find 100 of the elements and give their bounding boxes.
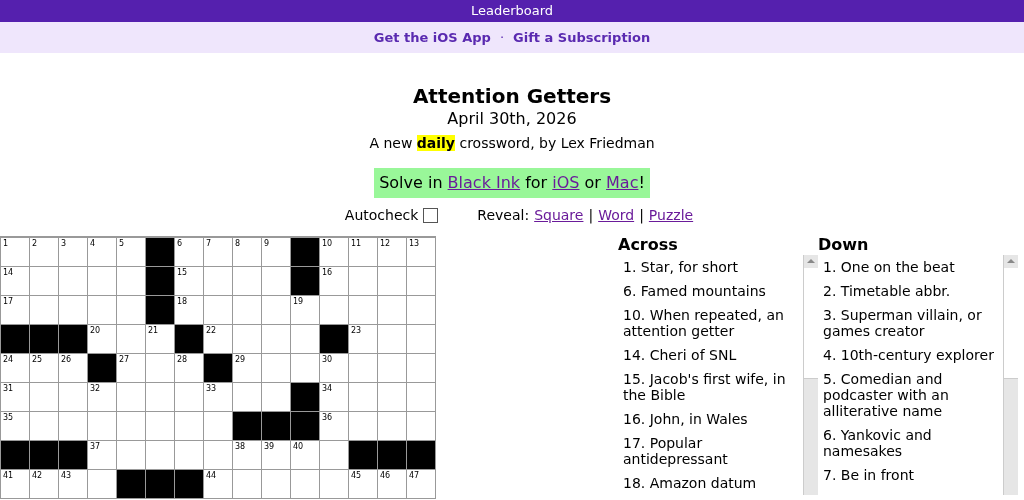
grid-square[interactable]: 24 (1, 354, 30, 383)
grid-square[interactable] (117, 412, 146, 441)
grid-square[interactable]: 19 (291, 296, 320, 325)
grid-square[interactable]: 43 (59, 470, 88, 499)
grid-square[interactable]: 4 (88, 238, 117, 267)
grid-square[interactable]: 26 (59, 354, 88, 383)
clue[interactable]: 5. Comedian and podcaster with an alliterative name (823, 371, 1004, 419)
grid-square[interactable] (291, 354, 320, 383)
clue[interactable]: 16. John, in Wales (623, 411, 804, 427)
grid-square[interactable] (407, 354, 436, 383)
grid-square[interactable]: 34 (320, 383, 349, 412)
grid-square[interactable] (30, 383, 59, 412)
grid-square[interactable] (175, 441, 204, 470)
scroll-up-icon[interactable] (1007, 259, 1016, 263)
grid-square[interactable] (59, 383, 88, 412)
grid-square[interactable]: 5 (117, 238, 146, 267)
grid-square[interactable] (204, 412, 233, 441)
grid-square[interactable]: 1 (1, 238, 30, 267)
grid-square[interactable] (291, 470, 320, 499)
scrollbar[interactable] (1003, 255, 1018, 495)
grid-square[interactable]: 12 (378, 238, 407, 267)
reveal-link[interactable]: Puzzle (648, 207, 694, 223)
grid-square[interactable] (175, 412, 204, 441)
grid-square[interactable] (320, 470, 349, 499)
grid-square[interactable] (262, 267, 291, 296)
grid-square[interactable] (59, 267, 88, 296)
grid-square[interactable]: 40 (291, 441, 320, 470)
grid-square[interactable]: 39 (262, 441, 291, 470)
grid-square[interactable] (233, 470, 262, 499)
grid-square[interactable]: 21 (146, 325, 175, 354)
grid-square[interactable]: 41 (1, 470, 30, 499)
grid-square[interactable] (349, 267, 378, 296)
grid-square[interactable] (407, 383, 436, 412)
grid-square[interactable] (262, 296, 291, 325)
grid-square[interactable]: 7 (204, 238, 233, 267)
clue[interactable]: 1. Star, for short (623, 259, 804, 275)
grid-square[interactable]: 29 (233, 354, 262, 383)
grid-square[interactable] (88, 412, 117, 441)
grid-square[interactable]: 33 (204, 383, 233, 412)
grid-square[interactable]: 13 (407, 238, 436, 267)
reveal-link[interactable]: Word (598, 207, 635, 223)
grid-square[interactable]: 30 (320, 354, 349, 383)
clue[interactable]: 7. Be in front (823, 467, 1004, 483)
grid-square[interactable] (88, 296, 117, 325)
grid-square[interactable] (378, 383, 407, 412)
promo-link[interactable]: Gift a Subscription (513, 30, 651, 45)
grid-square[interactable] (407, 296, 436, 325)
grid-square[interactable] (378, 354, 407, 383)
clue[interactable]: 18. Amazon datum (623, 475, 804, 491)
promo-link[interactable]: Get the iOS App (373, 30, 491, 45)
grid-square[interactable] (175, 383, 204, 412)
grid-square[interactable]: 9 (262, 238, 291, 267)
grid-square[interactable]: 32 (88, 383, 117, 412)
grid-square[interactable] (30, 267, 59, 296)
grid-square[interactable] (262, 354, 291, 383)
grid-square[interactable] (407, 267, 436, 296)
grid-square[interactable]: 10 (320, 238, 349, 267)
grid-square[interactable]: 18 (175, 296, 204, 325)
grid-square[interactable]: 8 (233, 238, 262, 267)
grid-square[interactable]: 3 (59, 238, 88, 267)
grid-square[interactable]: 16 (320, 267, 349, 296)
grid-square[interactable] (320, 296, 349, 325)
grid-square[interactable]: 45 (349, 470, 378, 499)
grid-square[interactable]: 22 (204, 325, 233, 354)
grid-square[interactable]: 37 (88, 441, 117, 470)
autocheck-checkbox[interactable] (423, 207, 439, 223)
grid-square[interactable] (349, 383, 378, 412)
grid-square[interactable]: 47 (407, 470, 436, 499)
grid-square[interactable]: 36 (320, 412, 349, 441)
grid-square[interactable] (349, 296, 378, 325)
grid-square[interactable] (407, 412, 436, 441)
grid-square[interactable] (59, 296, 88, 325)
grid-square[interactable] (349, 412, 378, 441)
grid-square[interactable]: 31 (1, 383, 30, 412)
grid-square[interactable] (30, 412, 59, 441)
grid-square[interactable] (117, 296, 146, 325)
grid-square[interactable] (117, 441, 146, 470)
grid-square[interactable] (233, 325, 262, 354)
grid-square[interactable] (262, 325, 291, 354)
grid-square[interactable] (233, 383, 262, 412)
grid-square[interactable] (378, 267, 407, 296)
grid-square[interactable] (146, 383, 175, 412)
grid-square[interactable] (146, 412, 175, 441)
clue[interactable]: 10. When repeated, an attention getter (623, 307, 804, 339)
clue[interactable]: 14. Cheri of SNL (623, 347, 804, 363)
grid-square[interactable] (204, 441, 233, 470)
grid-square[interactable] (349, 354, 378, 383)
grid-square[interactable]: 28 (175, 354, 204, 383)
app-link[interactable]: iOS (552, 173, 580, 192)
clue[interactable]: 15. Jacob's first wife, in the Bible (623, 371, 804, 403)
grid-square[interactable] (88, 267, 117, 296)
grid-square[interactable] (88, 470, 117, 499)
grid-square[interactable]: 14 (1, 267, 30, 296)
grid-square[interactable] (117, 325, 146, 354)
grid-square[interactable] (320, 441, 349, 470)
grid-square[interactable] (378, 296, 407, 325)
grid-square[interactable] (262, 383, 291, 412)
grid-square[interactable] (117, 383, 146, 412)
grid-square[interactable] (146, 441, 175, 470)
grid-square[interactable]: 23 (349, 325, 378, 354)
